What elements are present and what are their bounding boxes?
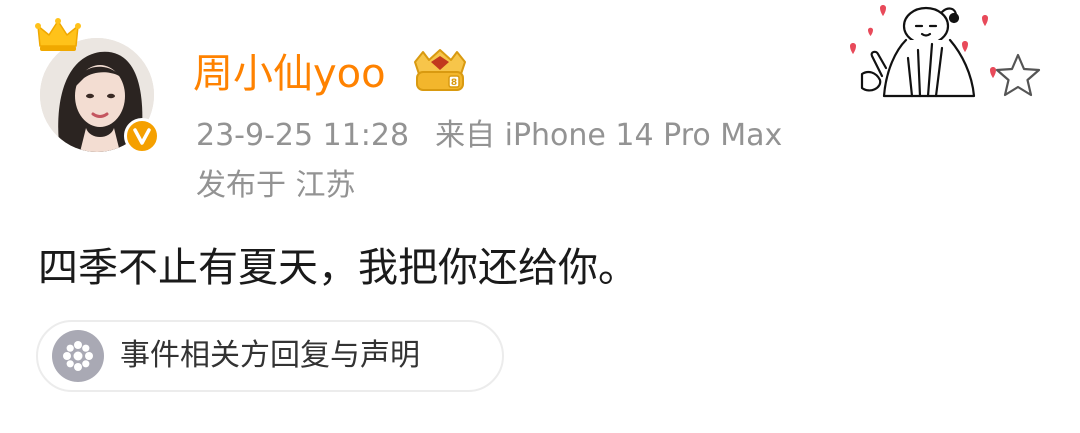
statement-chip-label: 事件相关方回复与声明 [120, 338, 420, 373]
username[interactable]: 周小仙yoo [193, 47, 386, 101]
member-badge-icon[interactable]: 8 [409, 48, 471, 94]
post-location: 发布于 江苏 [196, 168, 356, 203]
avatar-container[interactable] [34, 16, 174, 156]
crown-icon [35, 18, 81, 51]
post-meta: 23-9-25 11:28 来自 iPhone 14 Pro Max [196, 116, 782, 156]
verified-badge-icon [124, 118, 160, 154]
cartoon-sticker [850, 5, 996, 98]
flower-icon [52, 330, 104, 382]
post-timestamp: 23-9-25 11:28 [196, 118, 410, 153]
svg-text:8: 8 [451, 78, 457, 88]
star-icon[interactable] [994, 52, 1042, 98]
post-source: 来自 iPhone 14 Pro Max [435, 118, 783, 153]
post-body-text: 四季不止有夏天，我把你还给你。 [38, 245, 638, 291]
statement-chip[interactable]: 事件相关方回复与声明 [36, 320, 504, 392]
